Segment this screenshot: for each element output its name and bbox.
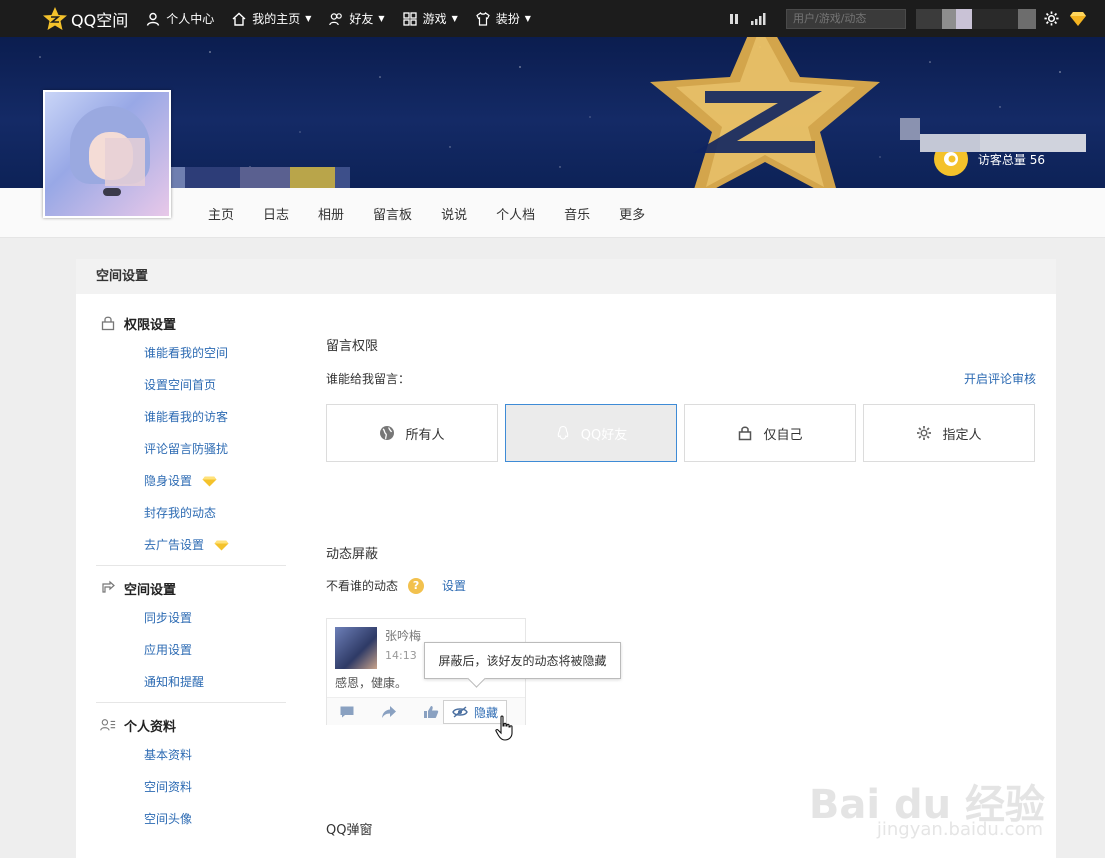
message-permission-title: 留言权限 [326, 339, 379, 354]
lock-icon [739, 426, 752, 441]
panel-title: 空间设置 [76, 259, 1056, 294]
chevron-down-icon: ▼ [305, 14, 312, 23]
subnav-blog[interactable]: 日志 [263, 204, 289, 223]
share-icon[interactable] [381, 705, 397, 719]
top-bar: QQ空间 个人中心 我的主页 ▼ 好友 ▼ 游戏 ▼ 装扮 ▼ [0, 0, 1105, 37]
sidebar-item-app-settings[interactable]: 应用设置 [96, 634, 286, 666]
vip-diamond-icon[interactable] [1069, 11, 1087, 27]
subnav-music[interactable]: 音乐 [564, 204, 590, 223]
qq-popup-title: QQ弹窗 [326, 823, 373, 838]
feed-block-settings-link[interactable]: 设置 [442, 577, 466, 594]
redacted-username [165, 167, 350, 188]
post-text: 感恩，健康。 [335, 676, 408, 690]
subnav-shuoshuo[interactable]: 说说 [441, 204, 467, 223]
like-icon[interactable] [423, 705, 439, 719]
lock-icon [101, 316, 115, 331]
feed-block-title: 动态屏蔽 [326, 547, 379, 562]
sidebar-item-notifications[interactable]: 通知和提醒 [96, 666, 286, 698]
sidebar-item-space-info[interactable]: 空间资料 [96, 771, 286, 803]
nav-label: 装扮 [495, 12, 520, 26]
hide-tooltip: 屏蔽后，该好友的动态将被隐藏 [424, 642, 621, 679]
nav-decoration[interactable]: 装扮 ▼ [475, 10, 531, 27]
sidebar-item-space-avatar[interactable]: 空间头像 [96, 803, 286, 835]
friend-avatar [335, 627, 377, 669]
qzone-star-icon [43, 6, 67, 30]
chevron-down-icon: ▼ [378, 14, 385, 23]
feed-block-row: 不看谁的动态 ? 设置 [326, 577, 466, 594]
message-permission-options: 所有人 QQ好友 仅自己 指定人 [326, 404, 1042, 462]
post-time: 14:13 [385, 649, 417, 662]
redacted-account-info [900, 118, 1086, 152]
sidebar-item-who-can-see-visitors[interactable]: 谁能看我的访客 [96, 401, 286, 433]
redacted-user-area [916, 8, 1036, 29]
nav-friends[interactable]: 好友 ▼ [329, 10, 385, 27]
option-specific-people[interactable]: 指定人 [863, 404, 1035, 462]
subnav-more[interactable]: 更多 [619, 204, 645, 223]
option-only-me[interactable]: 仅自己 [684, 404, 856, 462]
nav-label: 个人中心 [166, 12, 215, 26]
nav-label: 我的主页 [252, 12, 301, 26]
message-permission-question: 谁能给我留言： [326, 372, 411, 386]
signal-bars-icon[interactable] [750, 12, 766, 25]
grid-icon [402, 11, 417, 26]
vip-diamond-icon [214, 540, 229, 550]
sidebar-group-space-settings[interactable]: 空间设置 [96, 574, 286, 602]
user-icon [147, 12, 160, 26]
comment-icon[interactable] [339, 705, 355, 719]
option-qq-friends[interactable]: QQ好友 [505, 404, 677, 462]
vip-diamond-icon [202, 476, 217, 486]
option-everyone[interactable]: 所有人 [326, 404, 498, 462]
brand-label: QQ空间 [71, 10, 129, 30]
qq-penguin-icon [557, 425, 569, 440]
visitor-count-label: 访客总量 56 [977, 152, 1045, 167]
subnav-home[interactable]: 主页 [208, 204, 234, 223]
sync-icon [102, 580, 115, 593]
sidebar-item-basic-info[interactable]: 基本资料 [96, 739, 286, 771]
settings-panel: 空间设置 权限设置 谁能看我的空间 设置空间首页 谁能看我的访客 评论留言防骚扰… [76, 259, 1056, 858]
sidebar-item-remove-ads[interactable]: 去广告设置 [96, 529, 286, 561]
feed-example-card: 张吟梅 14:13 感恩，健康。 隐藏 屏蔽后，该好友的动态将被隐藏 [326, 618, 621, 741]
qzone-logo[interactable]: QQ空间 [42, 6, 128, 32]
sidebar-item-archive-feed[interactable]: 封存我的动态 [96, 497, 286, 529]
chevron-down-icon: ▼ [524, 14, 531, 23]
sidebar-group-profile[interactable]: 个人资料 [96, 711, 286, 739]
profile-avatar[interactable] [43, 90, 171, 218]
enable-comment-review-link[interactable]: 开启评论审核 [964, 370, 1036, 387]
hand-cursor-icon [495, 715, 513, 741]
nav-personal-center[interactable]: 个人中心 [146, 10, 214, 27]
chevron-down-icon: ▼ [451, 14, 458, 23]
sidebar-divider [96, 565, 286, 566]
nav-games[interactable]: 游戏 ▼ [402, 10, 458, 27]
sidebar-item-set-home[interactable]: 设置空间首页 [96, 369, 286, 401]
pause-icon[interactable] [728, 13, 740, 25]
home-icon [232, 12, 246, 26]
settings-sidebar: 权限设置 谁能看我的空间 设置空间首页 谁能看我的访客 评论留言防骚扰 隐身设置… [96, 309, 286, 835]
feed-block-label: 不看谁的动态 [326, 579, 399, 593]
nav-label: 好友 [349, 12, 374, 26]
sidebar-item-sync-settings[interactable]: 同步设置 [96, 602, 286, 634]
shirt-icon [475, 11, 490, 26]
nav-label: 游戏 [422, 12, 447, 26]
sidebar-group-permissions[interactable]: 权限设置 [96, 309, 286, 337]
gear-icon [917, 426, 932, 440]
nav-my-home[interactable]: 我的主页 ▼ [232, 10, 311, 27]
globe-icon [380, 426, 395, 440]
search-input[interactable] [786, 8, 906, 29]
friends-icon [329, 12, 343, 25]
top-right-tools [728, 0, 1105, 37]
subnav-album[interactable]: 相册 [318, 204, 344, 223]
baidu-watermark-url: jingyan.baidu.com [876, 819, 1043, 840]
subnav-guestbook[interactable]: 留言板 [373, 204, 412, 223]
sidebar-divider [96, 702, 286, 703]
sidebar-item-anti-harassment[interactable]: 评论留言防骚扰 [96, 433, 286, 465]
gear-icon[interactable] [1044, 11, 1059, 26]
subnav-profile[interactable]: 个人档 [496, 204, 535, 223]
sidebar-item-who-can-see-space[interactable]: 谁能看我的空间 [96, 337, 286, 369]
profile-icon [100, 719, 116, 731]
eye-slash-icon [452, 706, 468, 718]
help-icon[interactable]: ? [408, 577, 425, 594]
sidebar-item-invisible[interactable]: 隐身设置 [96, 465, 286, 497]
redacted-face [105, 138, 145, 186]
friend-name: 张吟梅 [385, 629, 422, 643]
